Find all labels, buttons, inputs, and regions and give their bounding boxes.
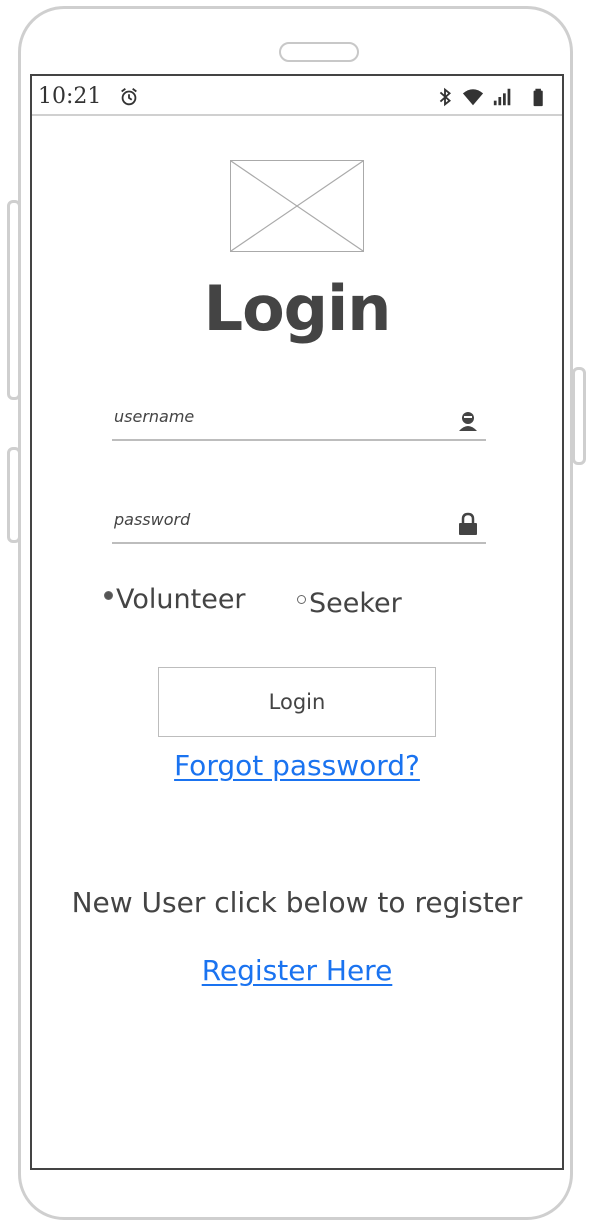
- phone-speaker: [279, 42, 359, 62]
- register-link[interactable]: Register Here: [32, 954, 562, 987]
- lock-icon: [459, 512, 477, 535]
- battery-icon: [533, 88, 543, 107]
- radio-volunteer-label: Volunteer: [116, 584, 246, 615]
- username-input[interactable]: username: [112, 401, 486, 441]
- status-time: 10:21: [38, 84, 102, 109]
- radio-checked-icon: [104, 591, 113, 600]
- power-button: [572, 367, 586, 465]
- password-placeholder: password: [114, 510, 191, 529]
- username-placeholder: username: [114, 407, 195, 426]
- radio-unchecked-icon: [297, 595, 306, 604]
- wifi-icon: [462, 89, 484, 106]
- page-title: Login: [203, 272, 392, 345]
- radio-seeker[interactable]: Seeker: [297, 588, 402, 628]
- phone-screen: 10:21 Login username password Volunteer …: [30, 74, 564, 1170]
- password-input[interactable]: password: [112, 504, 486, 544]
- bluetooth-icon: [439, 87, 451, 107]
- register-prompt: New User click below to register: [71, 886, 523, 919]
- logo-image-placeholder: [230, 160, 364, 252]
- login-button[interactable]: Login: [158, 667, 436, 737]
- radio-volunteer[interactable]: Volunteer: [104, 584, 246, 624]
- user-icon: [459, 412, 477, 431]
- forgot-password-link[interactable]: Forgot password?: [32, 749, 562, 782]
- radio-seeker-label: Seeker: [309, 588, 402, 619]
- signal-icon: [493, 88, 511, 106]
- alarm-icon: [121, 88, 137, 106]
- status-bar: 10:21: [32, 76, 562, 116]
